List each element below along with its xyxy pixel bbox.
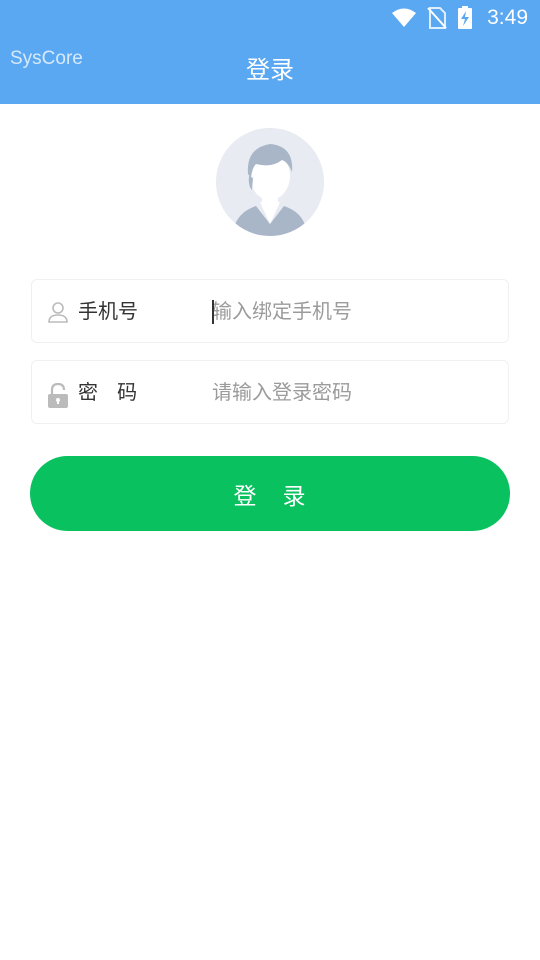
status-bar: 3:49 (0, 0, 540, 36)
login-button[interactable]: 登 录 (30, 456, 510, 531)
no-sim-icon (427, 7, 447, 29)
password-label: 密 码 (78, 380, 138, 404)
lock-open-icon (48, 383, 68, 408)
wifi-icon (392, 8, 417, 27)
battery-charging-icon (458, 6, 473, 29)
password-field[interactable]: 密 码 (31, 360, 509, 424)
status-icons: 3:49 (391, 6, 528, 30)
text-cursor (212, 300, 214, 324)
avatar (216, 128, 324, 236)
page-title: 登录 (246, 56, 294, 84)
phone-label: 手机号 (78, 299, 138, 323)
default-user-avatar-icon (216, 128, 324, 236)
password-input[interactable] (212, 373, 492, 411)
status-time: 3:49 (487, 6, 528, 29)
phone-field[interactable]: 手机号 (31, 279, 509, 343)
app-header: 3:49 SysCore 登录 (0, 0, 540, 104)
phone-input[interactable] (212, 292, 492, 330)
user-icon (48, 302, 68, 323)
